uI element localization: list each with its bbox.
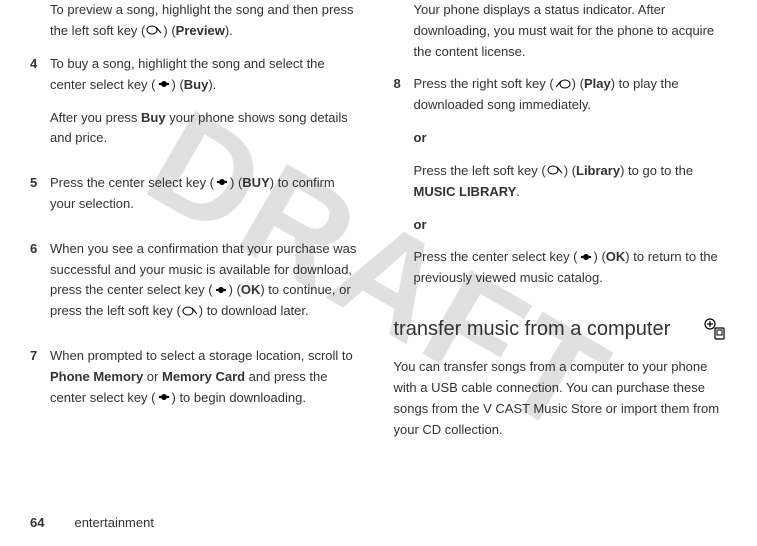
text: Press the center select key (: [414, 249, 578, 264]
media-sync-icon: [703, 317, 727, 351]
step-8-text: Press the right soft key () (Play) to pl…: [414, 74, 728, 116]
or-label: or: [414, 215, 728, 236]
text: Press the center select key (: [50, 175, 214, 190]
step-number: 6: [30, 239, 50, 335]
center-select-key-icon: [157, 388, 171, 409]
step-7: 7 When prompted to select a storage loca…: [30, 346, 364, 421]
text: ) (: [594, 249, 606, 264]
preview-intro: To preview a song, highlight the song an…: [50, 0, 364, 42]
memory-card-label: Memory Card: [162, 369, 245, 384]
left-column: To preview a song, highlight the song an…: [30, 0, 364, 452]
step-number: 5: [30, 173, 50, 227]
alt-library-text: Press the left soft key ( ) (Library) to …: [414, 161, 728, 203]
phone-memory-label: Phone Memory: [50, 369, 143, 384]
music-library-label: MUSIC LIBRARY: [414, 184, 517, 199]
ok-label: OK: [606, 249, 626, 264]
buy-label: Buy: [184, 77, 209, 92]
right-soft-key-icon: [555, 75, 571, 96]
preview-label: Preview: [176, 23, 225, 38]
buy-uppercase-label: BUY: [242, 175, 269, 190]
transfer-paragraph: You can transfer songs from a computer t…: [394, 357, 728, 440]
text: ) (: [230, 175, 242, 190]
step-8: 8 Press the right soft key () (Play) to …: [394, 74, 728, 301]
step-number: 7: [30, 346, 50, 421]
text: When prompted to select a storage locati…: [50, 348, 353, 363]
step-7-text: When prompted to select a storage locati…: [50, 346, 364, 409]
buy-label: Buy: [141, 110, 166, 125]
alt-ok-text: Press the center select key () (OK) to r…: [414, 247, 728, 289]
text: Press the right soft key (: [414, 76, 554, 91]
center-select-key-icon: [214, 281, 228, 302]
text: ).: [208, 77, 216, 92]
ok-label: OK: [241, 282, 261, 297]
or-label: or: [414, 128, 728, 149]
play-label: Play: [584, 76, 611, 91]
center-select-key-icon: [157, 75, 171, 96]
section-name: entertainment: [74, 515, 154, 530]
library-label: Library: [576, 163, 620, 178]
left-soft-key-icon: [146, 21, 162, 42]
text: .: [516, 184, 520, 199]
status-indicator-text: Your phone displays a status indicator. …: [414, 0, 728, 62]
left-soft-key-icon: [547, 161, 563, 182]
step-6-text: When you see a confirmation that your pu…: [50, 239, 364, 323]
text: ) to go to the: [620, 163, 693, 178]
text: ) (: [229, 282, 241, 297]
right-column: Your phone displays a status indicator. …: [394, 0, 728, 452]
text: ) to begin downloading.: [172, 390, 306, 405]
text: ).: [225, 23, 233, 38]
page-footer: 64 entertainment: [30, 513, 154, 534]
section-heading: transfer music from a computer: [394, 313, 728, 351]
center-select-key-icon: [215, 173, 229, 194]
left-soft-key-icon: [182, 302, 198, 323]
text: ) (: [572, 76, 584, 91]
step-5: 5 Press the center select key () (BUY) t…: [30, 173, 364, 227]
text: ) (: [163, 23, 175, 38]
text: After you press: [50, 110, 141, 125]
text: ) to download later.: [199, 303, 309, 318]
text: Press the left soft key (: [414, 163, 546, 178]
center-select-key-icon: [579, 248, 593, 269]
step-4: 4 To buy a song, highlight the song and …: [30, 54, 364, 161]
page-number: 64: [30, 515, 44, 530]
step-6: 6 When you see a confirmation that your …: [30, 239, 364, 335]
heading-text: transfer music from a computer: [394, 313, 694, 345]
step-number: 8: [394, 74, 414, 301]
step-4-after: After you press Buy your phone shows son…: [50, 108, 364, 150]
step-4-text: To buy a song, highlight the song and se…: [50, 54, 364, 96]
step-number: 4: [30, 54, 50, 161]
step-5-text: Press the center select key () (BUY) to …: [50, 173, 364, 215]
text: ) (: [172, 77, 184, 92]
text: ) (: [564, 163, 576, 178]
text: or: [143, 369, 162, 384]
